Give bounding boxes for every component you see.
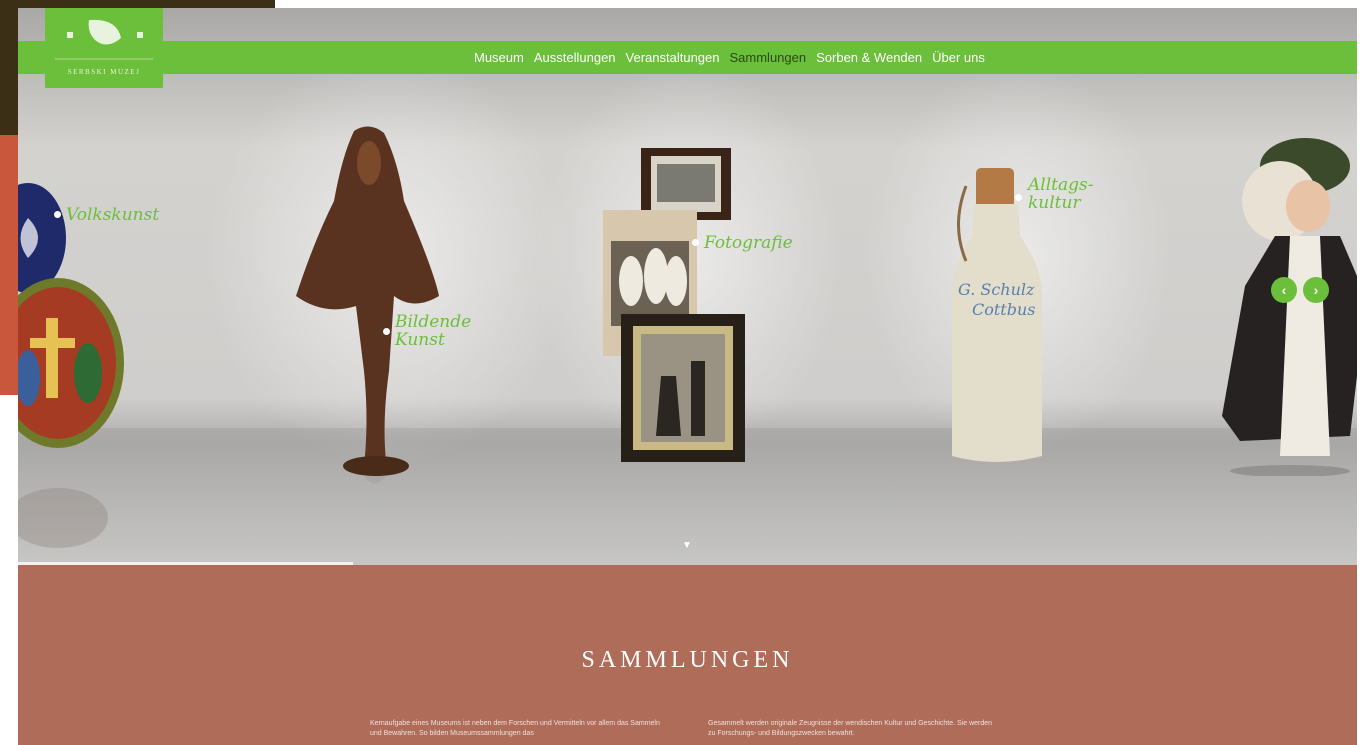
browser-page: Volkskunst Bildende Kunst Fotografie G. … [18,8,1357,745]
bronze-sculpture-image[interactable] [294,121,444,501]
bottle-inscription-line2: Cottbus [972,300,1036,319]
main-navbar: Museum Ausstellungen Veranstaltungen Sam… [18,41,1357,74]
bildende-kunst-label[interactable]: Bildende Kunst [395,313,471,349]
chevron-right-icon: › [1313,282,1319,298]
background-desktop [0,395,18,745]
chevron-left-icon: ‹ [1281,282,1287,298]
alltagskultur-label[interactable]: Alltags- kultur [1028,176,1093,212]
triangle-down-icon[interactable]: ▼ [682,540,692,551]
nav-item-veranstaltungen[interactable]: Veranstaltungen [626,50,720,65]
nav-item-sammlungen[interactable]: Sammlungen [730,50,807,65]
leaf-logo-icon [88,19,121,45]
hero-slider: Volkskunst Bildende Kunst Fotografie G. … [18,8,1357,565]
site-logo[interactable]: SERBSKI MUZEJ [45,8,163,88]
nav-item-ueber-uns[interactable]: Über uns [932,50,985,65]
slider-prev-button[interactable]: ‹ [1271,277,1297,303]
easter-egg-image[interactable] [18,178,133,548]
alltagskultur-line1: Alltags- [1028,175,1094,195]
logo-dot-left [67,32,73,38]
intro-paragraph-right: Gesammelt werden originale Zeugnisse der… [708,720,993,737]
fotografie-pin[interactable] [692,239,699,246]
logo-text: SERBSKI MUZEJ [67,68,141,76]
sammlungen-section: SAMMLUNGEN Kernaufgabe eines Museums ist… [18,565,1357,745]
nav-item-ausstellungen[interactable]: Ausstellungen [534,50,616,65]
bildende-kunst-pin[interactable] [383,328,390,335]
nav-item-sorben-wenden[interactable]: Sorben & Wenden [816,50,922,65]
slider-next-button[interactable]: › [1303,277,1329,303]
framed-photographs-image[interactable] [601,146,751,466]
volkskunst-pin[interactable] [54,211,61,218]
nav-item-museum[interactable]: Museum [474,50,524,65]
alltagskultur-pin[interactable] [1015,194,1022,201]
fotografie-label[interactable]: Fotografie [704,234,793,252]
bildende-kunst-line2: Kunst [395,330,445,350]
volkskunst-label[interactable]: Volkskunst [66,206,159,224]
logo-dot-right [137,32,143,38]
intro-paragraph-left: Kernaufgabe eines Museums ist neben dem … [370,720,660,737]
bottle-inscription: G. Schulz Cottbus [958,280,1036,320]
logo-divider [55,58,153,60]
main-nav: Museum Ausstellungen Veranstaltungen Sam… [474,41,995,74]
costume-doll-image[interactable] [1220,136,1357,476]
background-desktop-top [275,0,1367,8]
alltagskultur-line2: kultur [1028,193,1081,213]
section-title: SAMMLUNGEN [581,647,794,673]
bottle-inscription-line1: G. Schulz [958,280,1035,299]
bildende-kunst-line1: Bildende [395,312,472,332]
